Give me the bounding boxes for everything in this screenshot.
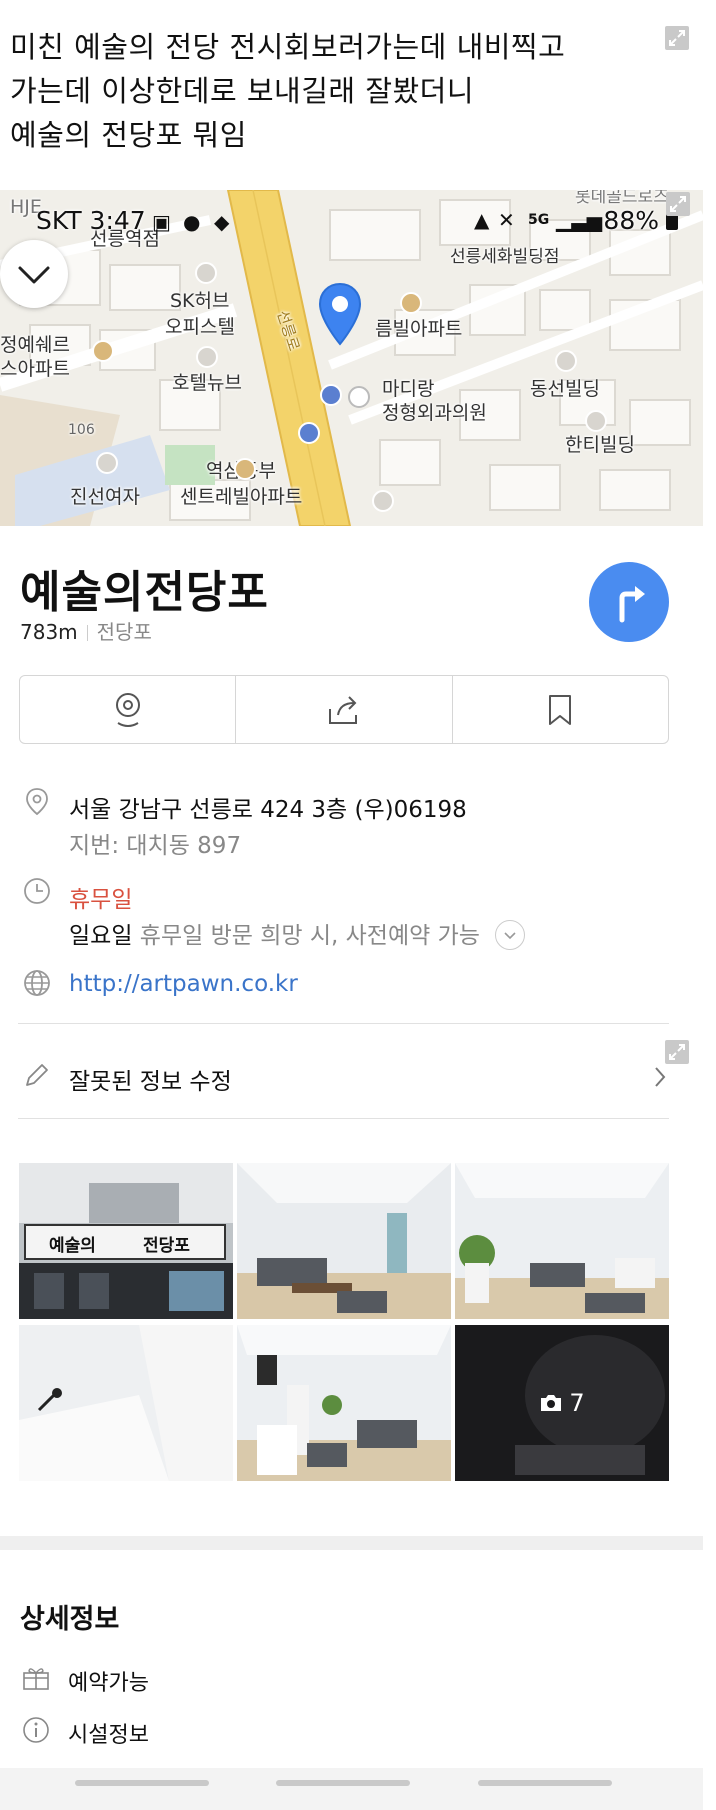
website-link[interactable]: http://artpawn.co.kr [69, 971, 298, 997]
photo-lounge-2[interactable] [455, 1163, 669, 1319]
place-meta: 783m 전당포 [20, 616, 152, 645]
photo-hallway[interactable] [19, 1325, 233, 1481]
poi-icon-yeoksam[interactable] [234, 458, 256, 480]
hours-expand-button[interactable] [495, 919, 526, 950]
share-icon [328, 695, 357, 724]
expand-image-icon-3[interactable] [665, 1040, 689, 1064]
location-pin-icon[interactable] [318, 282, 362, 348]
bottom-navigation-handles [0, 1768, 703, 1810]
chevron-right-icon [655, 1067, 666, 1087]
sign-text-left: 예술의 [49, 1236, 96, 1256]
street-view-button[interactable] [20, 676, 235, 743]
location-outline-icon [26, 788, 48, 816]
sunday-note: 휴무일 방문 희망 시, 사전예약 가능 [139, 923, 480, 949]
place-category: 전당포 [96, 620, 152, 644]
address-text[interactable]: 서울 강남구 선릉로 424 3층 (우)06198 [69, 790, 467, 824]
more-photos-number: 7 [569, 1389, 585, 1417]
more-photos-count: 7 [455, 1325, 669, 1481]
street-view-icon [115, 692, 140, 727]
map-label-jinseon[interactable]: 진선여자 [70, 482, 140, 509]
expand-image-icon[interactable] [665, 26, 689, 50]
detail-facilities[interactable]: 시설정보 [68, 1717, 149, 1749]
bookmark-button[interactable] [451, 676, 668, 743]
map-view[interactable]: 선릉역점 HJE SK허브 오피스텔 호텔뉴브 정예쉐르 스아파트 선릉세화빌딩… [0, 190, 703, 526]
nav-handle-left [75, 1780, 209, 1786]
collapse-map-button[interactable] [0, 240, 68, 308]
bus-stop-icon-2[interactable] [298, 422, 320, 444]
map-label-road-num: 106 [68, 422, 95, 438]
chevron-down-small-icon [504, 931, 516, 939]
sign-text-right: 전당포 [143, 1236, 190, 1256]
caption-line-3: 예술의 전당포 뭐임 [10, 118, 247, 152]
poi-icon-building[interactable] [195, 262, 217, 284]
section-divider-2 [18, 1118, 669, 1119]
signal-icon: ▁▃▅ [556, 208, 603, 232]
map-label-yeoksam2[interactable]: 센트레빌아파트 [180, 482, 302, 509]
pencil-icon [26, 1064, 48, 1086]
expand-image-icon-2[interactable] [666, 192, 690, 216]
section-gap [0, 1536, 703, 1550]
closed-day-label: 휴무일 [69, 887, 133, 913]
map-label-hotel[interactable]: 호텔뉴브 [172, 368, 242, 395]
detail-reservation[interactable]: 예약가능 [68, 1665, 149, 1697]
action-bar [19, 675, 669, 744]
bus-stop-icon[interactable] [320, 384, 342, 406]
post-caption: 미친 예술의 전당 전시회보러가는데 내비찍고 가는데 이상한데로 보내길래 잘… [0, 0, 716, 190]
poi-icon-apartment[interactable] [92, 340, 114, 362]
info-icon [23, 1717, 49, 1743]
share-button[interactable] [235, 676, 451, 743]
lock-icon: ▲ [474, 208, 490, 232]
photo-grid: 예술의 전당포 7 [19, 1163, 669, 1481]
poi-icon-dongseon[interactable] [555, 350, 577, 372]
status-bar: SKT 3:47 ▣ ● ◆ ▲ ✕ 5G ▁▃▅ 88% [0, 190, 703, 250]
chevron-down-icon [18, 266, 50, 284]
detail-section-title: 상세정보 [20, 1604, 120, 1635]
map-label-hanti[interactable]: 한티빌딩 [565, 430, 635, 457]
notification-icon: ◆ [214, 210, 230, 234]
battery-level: 88% [603, 206, 659, 235]
edit-info-label: 잘못된 정보 수정 [69, 1069, 232, 1095]
place-title: 예술의전당포 [20, 567, 269, 618]
map-label-madiang[interactable]: 마디랑 [382, 374, 434, 401]
talk-icon: ● [183, 210, 201, 234]
bookmark-icon [549, 694, 572, 725]
school-icon[interactable] [96, 452, 118, 474]
globe-icon [24, 970, 50, 996]
mute-icon: ✕ [498, 208, 515, 232]
camera-icon [541, 1395, 562, 1411]
poi-icon-hotel[interactable] [196, 346, 218, 368]
sunday-label: 일요일 [69, 923, 133, 949]
map-label-rumvil[interactable]: 름빌아파트 [375, 314, 462, 341]
place-distance: 783m [20, 620, 78, 644]
lot-address-text: 지번: 대치동 897 [69, 833, 242, 859]
poi-icon-hanti[interactable] [585, 410, 607, 432]
photo-seating[interactable] [237, 1325, 451, 1481]
directions-arrow-icon [619, 586, 645, 623]
clock-icon [24, 878, 50, 904]
caption-line-2: 가는데 이상한데로 보내길래 잘봤더니 [10, 74, 475, 108]
map-label-sk-hub[interactable]: SK허브 [170, 286, 229, 313]
directions-button[interactable] [589, 562, 669, 642]
photo-more[interactable]: 7 [455, 1325, 669, 1481]
hospital-icon[interactable] [348, 386, 370, 408]
poi-icon-rumvil[interactable] [400, 292, 422, 314]
network-badge: 5G [528, 212, 550, 228]
gift-icon [23, 1668, 49, 1690]
map-label-dongseon[interactable]: 동선빌딩 [530, 374, 600, 401]
caption-line-1: 미친 예술의 전당 전시회보러가는데 내비찍고 [10, 30, 566, 64]
nav-handle-center [276, 1780, 410, 1786]
meta-separator [86, 625, 88, 641]
photo-lounge[interactable] [237, 1163, 451, 1319]
status-time: SKT 3:47 [36, 206, 146, 235]
section-divider [18, 1023, 669, 1024]
map-label-officetel[interactable]: 오피스텔 [165, 312, 235, 339]
photo-storefront[interactable]: 예술의 전당포 [19, 1163, 233, 1319]
voicemail-icon: ▣ [152, 210, 171, 234]
nav-handle-right [478, 1780, 612, 1786]
map-label-building-left1: 정예쉐르 [0, 334, 70, 356]
map-label-clinic[interactable]: 정형외과의원 [382, 398, 487, 425]
map-label-building-left2: 스아파트 [0, 358, 70, 380]
pet-icon[interactable] [372, 490, 394, 512]
hours-row[interactable]: 일요일 휴무일 방문 희망 시, 사전예약 가능 [69, 916, 526, 952]
